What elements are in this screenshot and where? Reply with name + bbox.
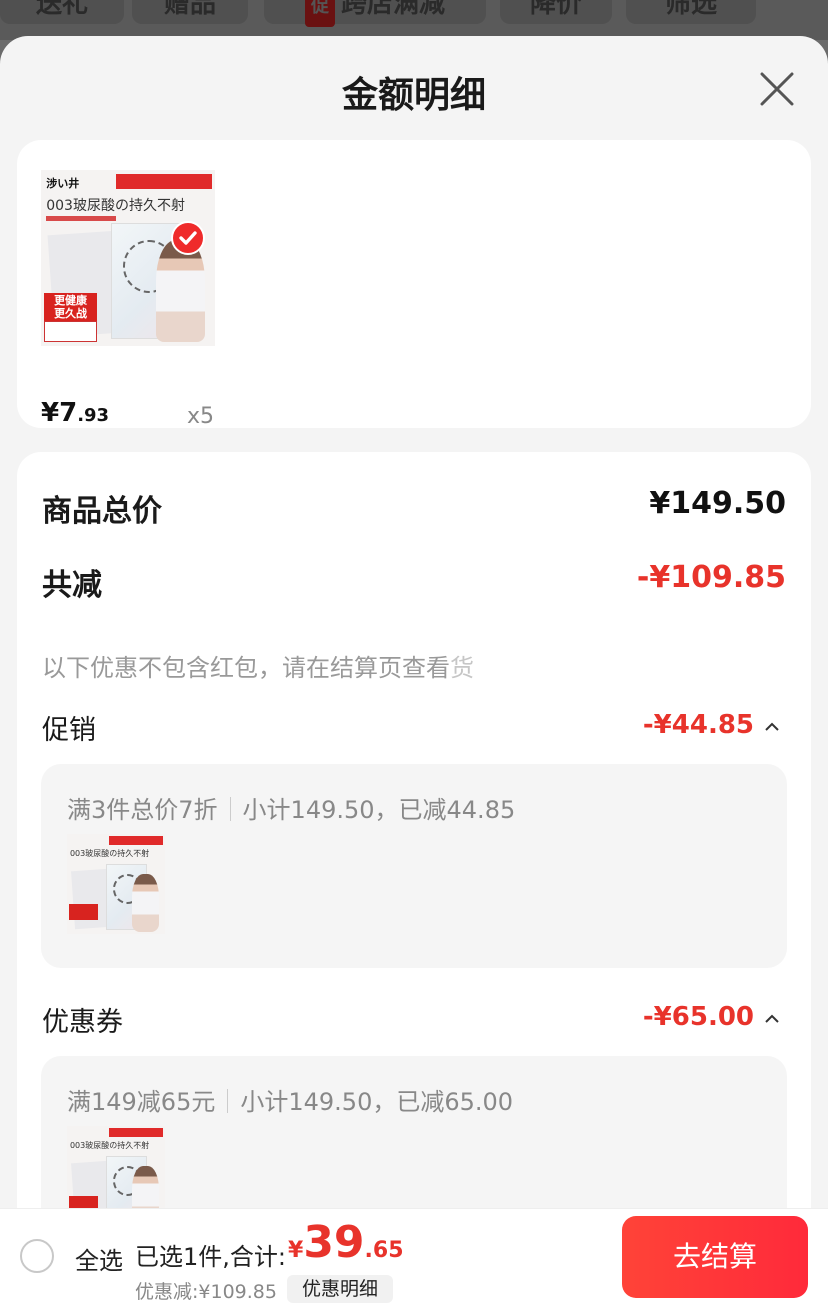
filter-label: 降价 <box>529 0 582 19</box>
filter-chip: 送礼 <box>0 0 124 24</box>
close-icon[interactable] <box>756 68 798 110</box>
note-ghost-text: 货 <box>450 654 474 682</box>
filter-chip: 促跨店满减 <box>264 0 486 27</box>
filter-tag: 促 <box>304 0 335 27</box>
badge-line: 更久战 <box>54 307 88 321</box>
chevron-up-icon[interactable] <box>764 722 780 732</box>
filter-chip: 筛选 <box>626 0 756 24</box>
filter-chip: 降价 <box>500 0 612 24</box>
currency-symbol: ¥ <box>41 398 60 428</box>
health-badge <box>68 904 99 920</box>
model-figure <box>131 874 160 932</box>
currency-symbol: ¥ <box>288 1238 304 1263</box>
coupon-detail-text: 满149减65元 小计149.50，已减65.00 <box>67 1082 513 1117</box>
filter-label: 筛选 <box>664 0 717 19</box>
promotion-subtotal: 小计149.50，已减44.85 <box>242 796 516 824</box>
red-label <box>115 173 212 190</box>
coupon-subtotal: 小计149.50，已减65.00 <box>240 1088 514 1116</box>
discount-detail-button[interactable]: 优惠明细 <box>287 1275 393 1303</box>
promotion-label: 促销 <box>42 715 96 746</box>
background-filter-bar: 送礼 赠品 促跨店满减 降价 筛选 <box>0 0 828 40</box>
total-reduction-label: 共减 <box>42 568 102 603</box>
total-amount: ¥39.65 <box>288 1217 404 1268</box>
select-all-radio[interactable] <box>20 1239 54 1273</box>
coupon-rule: 满149减65元 <box>67 1088 216 1116</box>
badge-line: 更健康 <box>54 294 88 308</box>
product-tagline: 003玻尿酸の持久不射 <box>69 1141 150 1150</box>
promotion-detail-text: 满3件总价7折 小计149.50，已减44.85 <box>67 790 515 825</box>
origin-badge <box>44 321 97 343</box>
coupon-value[interactable]: -¥65.00 <box>643 1002 754 1032</box>
select-all-label[interactable]: 全选 <box>75 1241 123 1276</box>
divider <box>227 1089 229 1113</box>
red-label <box>109 1128 164 1137</box>
price-decimal: .93 <box>77 405 110 426</box>
product-brand: 涉い井 <box>46 177 80 191</box>
product-image[interactable]: 涉い井 003玻尿酸の持久不射 更健康 更久战 <box>41 170 215 346</box>
total-decimal: .65 <box>364 1238 404 1263</box>
note-text: 以下优惠不包含红包，请在结算页查看 <box>42 654 450 682</box>
unit-price: ¥7.93 <box>41 398 109 428</box>
divider <box>229 797 231 821</box>
promotion-product-thumb: 003玻尿酸の持久不射 <box>67 834 165 934</box>
price-detail-card: 商品总价 ¥149.50 共减 -¥109.85 以下优惠不包含红包，请在结算页… <box>17 452 811 1308</box>
discount-note: 以下优惠不包含红包，请在结算页查看货 <box>42 648 474 683</box>
promotion-value[interactable]: -¥44.85 <box>643 710 754 740</box>
product-tagline: 003玻尿酸の持久不射 <box>46 197 185 214</box>
coupon-label: 优惠券 <box>42 1007 123 1038</box>
product-tagline: 003玻尿酸の持久不射 <box>69 849 150 858</box>
total-price-value: ¥149.50 <box>649 486 786 521</box>
promotion-detail-box: 满3件总价7折 小计149.50，已减44.85 003玻尿酸の持久不射 <box>41 764 787 968</box>
promotion-rule: 满3件总价7折 <box>67 796 218 824</box>
health-badge: 更健康 更久战 <box>44 293 97 322</box>
checkout-bar: 全选 已选1件,合计: ¥39.65 优惠减:¥109.85 优惠明细 去结算 <box>0 1208 828 1308</box>
price-integer: 7 <box>59 398 78 428</box>
product-card: 涉い井 003玻尿酸の持久不射 更健康 更久战 ¥7.93 x5 <box>17 140 811 429</box>
sheet-title: 金额明细 <box>341 75 486 116</box>
selected-summary: 已选1件,合计: <box>135 1243 286 1271</box>
filter-chip: 赠品 <box>132 0 248 24</box>
quantity: x5 <box>187 404 215 429</box>
model-figure <box>155 240 205 343</box>
checkout-button[interactable]: 去结算 <box>622 1216 808 1298</box>
sub-label <box>46 215 116 222</box>
filter-label: 跨店满减 <box>340 0 445 19</box>
filter-label: 送礼 <box>35 0 88 19</box>
chevron-up-icon[interactable] <box>764 1014 780 1024</box>
selected-check-icon[interactable] <box>171 221 205 255</box>
filter-label: 赠品 <box>163 0 216 19</box>
total-reduction-value: -¥109.85 <box>636 560 786 595</box>
amount-detail-sheet: 金额明细 涉い井 003玻尿酸の持久不射 更健康 更久战 ¥7.93 x5 商品总… <box>0 36 828 1308</box>
discount-amount: 优惠减:¥109.85 <box>135 1281 277 1303</box>
total-integer: 39 <box>303 1217 365 1268</box>
total-price-label: 商品总价 <box>42 494 162 529</box>
red-label <box>109 836 164 845</box>
